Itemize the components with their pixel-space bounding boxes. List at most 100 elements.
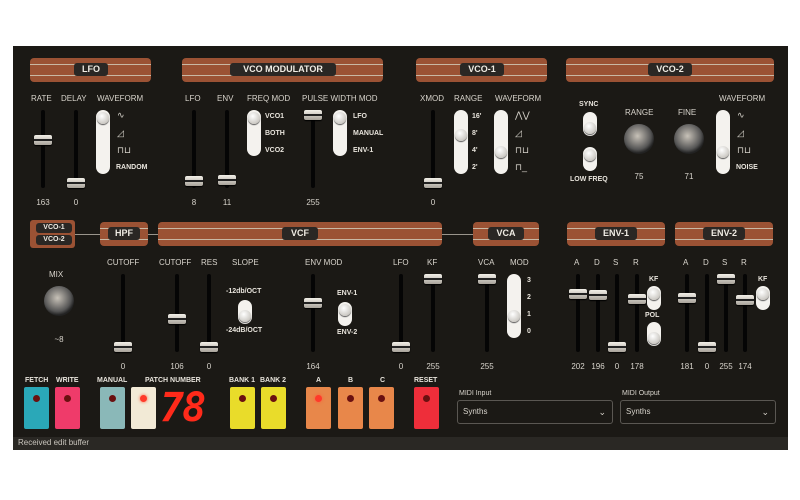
vcomod-lfo-value: 8: [191, 198, 197, 207]
vco1-range-4[interactable]: 4': [472, 147, 478, 154]
envmod-env1-option[interactable]: ENV-1: [337, 290, 357, 297]
c-button[interactable]: [369, 387, 394, 429]
lfo-waveform-label: WAVEFORM: [97, 94, 144, 103]
vca-mod-3[interactable]: 3: [527, 277, 531, 284]
env1-kf-toggle[interactable]: [647, 286, 661, 310]
patch-led: [140, 395, 147, 402]
env1-a-slider[interactable]: [569, 289, 587, 299]
env2-r-slider[interactable]: [736, 295, 754, 305]
vco1-range-2[interactable]: 2': [472, 164, 478, 171]
vca-level-value: 255: [480, 362, 494, 371]
vco2-range-value: 75: [634, 172, 644, 181]
vcf-header: VCF: [158, 222, 442, 246]
vcomod-env-slider[interactable]: [218, 175, 236, 185]
pwm-manual-option[interactable]: MANUAL: [353, 130, 383, 137]
patch-select-button[interactable]: [131, 387, 156, 429]
vcf-res-slider[interactable]: [200, 342, 218, 352]
freqmod-vco1-option[interactable]: VCO1: [265, 113, 284, 120]
slope-12-option[interactable]: -12db/OCT: [226, 288, 261, 295]
vcomod-lfo-slider[interactable]: [185, 176, 203, 186]
write-button[interactable]: [55, 387, 80, 429]
vcf-cutoff-slider[interactable]: [168, 314, 186, 324]
vcf-kf-slider[interactable]: [424, 274, 442, 284]
vco-mod-header-label: VCO MODULATOR: [230, 63, 336, 76]
env1-d-slider[interactable]: [589, 290, 607, 300]
env2-d-slider[interactable]: [698, 342, 716, 352]
vco1-range-8[interactable]: 8': [472, 130, 478, 137]
envmod-env2-option[interactable]: ENV-2: [337, 329, 357, 336]
vco1-header: VCO-1: [416, 58, 547, 82]
vcf-kf-label: KF: [427, 258, 438, 267]
env1-pol-toggle[interactable]: [647, 322, 661, 346]
freqmod-both-option[interactable]: BOTH: [265, 130, 285, 137]
lfo-waveform-selector[interactable]: [96, 110, 110, 174]
write-led: [64, 395, 71, 402]
b-button[interactable]: [338, 387, 363, 429]
env2-s-slider[interactable]: [717, 274, 735, 284]
hpf-cutoff-label: CUTOFF: [107, 258, 140, 267]
vco2-fine-dial[interactable]: [674, 124, 704, 154]
vco1-range-16[interactable]: 16': [472, 113, 481, 120]
vca-mod-selector[interactable]: [507, 274, 521, 338]
lfo-delay-value: 0: [73, 198, 79, 207]
vcf-env-source-toggle[interactable]: [338, 302, 352, 326]
vca-mod-0[interactable]: 0: [527, 328, 531, 335]
mix-dial[interactable]: [44, 286, 74, 316]
midi-input-label: MIDI Input: [459, 390, 492, 397]
pwm-env1-option[interactable]: ENV-1: [353, 147, 373, 154]
sine-wave-icon: ∿: [117, 110, 125, 120]
freqmod-vco2-option[interactable]: VCO2: [265, 147, 284, 154]
fetch-button[interactable]: [24, 387, 49, 429]
bank2-button[interactable]: [261, 387, 286, 429]
env1-pol-label: POL: [645, 312, 660, 319]
env2-a-label: A: [683, 258, 689, 267]
patch-number-display: 78: [160, 385, 206, 431]
midi-output-select[interactable]: Synths ⌄: [620, 400, 776, 424]
env1-a-track: [576, 274, 580, 352]
pwm-slider[interactable]: [304, 110, 322, 120]
vcf-slope-toggle[interactable]: [238, 300, 252, 324]
vco2-small-label: VCO-2: [36, 235, 72, 245]
pulse-wave-icon: ⊓_: [515, 162, 528, 172]
vco2-lowfreq-toggle[interactable]: [583, 147, 597, 171]
bank1-button[interactable]: [230, 387, 255, 429]
vcf-envmod-value: 164: [306, 362, 320, 371]
vca-level-slider[interactable]: [478, 274, 496, 284]
vco1-xmod-slider[interactable]: [424, 178, 442, 188]
lfo-rate-slider[interactable]: [34, 135, 52, 145]
a-led: [315, 395, 322, 402]
reset-button[interactable]: [414, 387, 439, 429]
env1-s-slider[interactable]: [608, 342, 626, 352]
env1-d-label: D: [594, 258, 600, 267]
env2-kf-toggle[interactable]: [756, 286, 770, 310]
vco2-sync-toggle[interactable]: [583, 112, 597, 136]
hpf-cutoff-slider[interactable]: [114, 342, 132, 352]
vco2-waveform-selector[interactable]: [716, 110, 730, 174]
b-label: B: [348, 377, 354, 384]
pwm-lfo-option[interactable]: LFO: [353, 113, 367, 120]
env2-r-value: 174: [738, 362, 752, 371]
pwm-source-selector[interactable]: [333, 110, 347, 156]
freqmod-selector[interactable]: [247, 110, 261, 156]
vco2-range-dial[interactable]: [624, 124, 654, 154]
env1-r-value: 178: [630, 362, 644, 371]
env1-s-track: [615, 274, 619, 352]
square-wave-icon: ⊓⊔: [515, 145, 530, 155]
env1-r-slider[interactable]: [628, 294, 646, 304]
vcf-envmod-track: [311, 274, 315, 352]
vcf-lfo-slider[interactable]: [392, 342, 410, 352]
env2-a-slider[interactable]: [678, 293, 696, 303]
vca-mod-1[interactable]: 1: [527, 311, 531, 318]
vca-mod-2[interactable]: 2: [527, 294, 531, 301]
a-button[interactable]: [306, 387, 331, 429]
manual-button[interactable]: [100, 387, 125, 429]
vcf-envmod-slider[interactable]: [304, 298, 322, 308]
manual-led: [109, 395, 116, 402]
slope-24-option[interactable]: -24dB/OCT: [226, 327, 262, 334]
vco2-header-label: VCO-2: [648, 63, 692, 76]
vco2-range-label: RANGE: [625, 108, 654, 117]
vco1-waveform-selector[interactable]: [494, 110, 508, 174]
midi-input-select[interactable]: Synths ⌄: [457, 400, 613, 424]
lfo-delay-slider[interactable]: [67, 178, 85, 188]
vco1-range-selector[interactable]: [454, 110, 468, 174]
